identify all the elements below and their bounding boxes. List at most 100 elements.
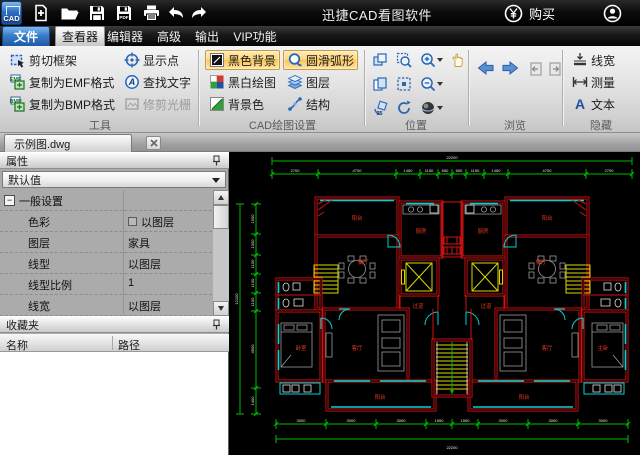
app-logo[interactable]: CAD xyxy=(1,1,22,25)
copy-bmp-button[interactable]: BMP 复制为BMP格式 xyxy=(6,94,119,114)
pin-icon[interactable] xyxy=(211,155,222,166)
svg-text:卧室: 卧室 xyxy=(296,344,307,352)
cut-frame-label: 剪切框架 xyxy=(29,53,78,68)
open-file-button[interactable] xyxy=(58,3,80,23)
hide-measure-button[interactable]: 测量 xyxy=(568,72,619,92)
hide-measure-label: 测量 xyxy=(591,75,616,90)
undo-button[interactable] xyxy=(165,3,187,23)
scroll-up-button[interactable] xyxy=(213,190,229,205)
copy-emf-button[interactable]: EMF 复制为EMF格式 xyxy=(6,72,118,92)
property-value: 以图层 xyxy=(141,217,174,229)
print-button[interactable] xyxy=(140,3,162,23)
scroll-down-button[interactable] xyxy=(213,301,229,316)
black-background-label: 黑色背景 xyxy=(228,53,277,68)
svg-text:2700: 2700 xyxy=(605,168,615,173)
rotate-view-button[interactable] xyxy=(394,98,414,118)
hide-linewidth-label: 线宽 xyxy=(591,53,616,68)
layers-label: 图层 xyxy=(306,75,331,90)
render-mode-button[interactable] xyxy=(418,98,438,118)
drawing-canvas[interactable]: .g { stroke:#00bb00; stroke-width:1; fil… xyxy=(230,152,640,455)
property-row-layer[interactable]: 图层 家具 xyxy=(0,232,212,253)
document-tab-close-button[interactable] xyxy=(146,136,161,150)
scrollbar[interactable] xyxy=(213,190,229,316)
group-label-cad-settings: CAD绘图设置 xyxy=(248,120,317,132)
account-icon[interactable] xyxy=(603,4,622,23)
next-view-button[interactable] xyxy=(500,58,520,78)
buy-button[interactable]: 购买 xyxy=(529,4,555,23)
tab-viewer[interactable]: 查看器 xyxy=(55,26,105,46)
save-pdf-button[interactable]: PDF xyxy=(113,3,135,23)
zoom-extents-button[interactable] xyxy=(394,74,414,94)
property-row-linetype-scale[interactable]: 线型比例 1 xyxy=(0,274,212,295)
next-layout-button[interactable] xyxy=(545,59,565,79)
hide-linewidth-button[interactable]: 线宽 xyxy=(568,50,619,70)
tab-file[interactable]: 文件 xyxy=(2,26,50,46)
color-swatch xyxy=(128,217,137,226)
layers-button[interactable]: 图层 xyxy=(283,72,334,92)
tab-editor[interactable]: 编辑器 xyxy=(101,26,149,46)
tab-advanced[interactable]: 高级 xyxy=(151,26,187,46)
black-background-icon xyxy=(210,53,224,67)
floor-plan: .g { stroke:#00bb00; stroke-width:1; fil… xyxy=(234,155,635,450)
pin-icon[interactable] xyxy=(211,319,222,330)
column-path[interactable]: 路径 xyxy=(118,337,140,353)
favorites-list[interactable] xyxy=(0,352,228,455)
prev-view-button[interactable] xyxy=(476,58,496,78)
svg-text:1150: 1150 xyxy=(425,168,434,173)
property-group-row[interactable]: − 一般设置 xyxy=(0,190,212,211)
new-file-button[interactable] xyxy=(30,3,52,23)
cut-frame-button[interactable]: 剪切框架 xyxy=(6,50,81,70)
structure-button[interactable]: 结构 xyxy=(283,94,334,114)
zoom-in-button[interactable] xyxy=(418,50,438,70)
save-button[interactable] xyxy=(86,3,108,23)
background-color-button[interactable]: 背景色 xyxy=(205,94,268,114)
tab-output[interactable]: 输出 xyxy=(189,26,225,46)
triangle-down-icon xyxy=(218,306,224,311)
trim-raster-button[interactable]: 修剪光栅 xyxy=(120,94,195,114)
column-divider[interactable] xyxy=(112,336,113,350)
preset-dropdown[interactable]: 默认值 xyxy=(2,171,226,188)
pan-button[interactable] xyxy=(448,50,468,70)
property-label: 线型比例 xyxy=(28,280,72,292)
ribbon: 剪切框架 EMF 复制为EMF格式 BMP 复制为BMP格式 显示点 A 查找文… xyxy=(0,46,640,133)
svg-text:3000: 3000 xyxy=(397,418,407,423)
smooth-arc-button[interactable]: 圆滑弧形 xyxy=(283,50,359,70)
column-name[interactable]: 名称 xyxy=(6,337,28,353)
property-row-color[interactable]: 色彩 以图层 xyxy=(0,211,212,232)
property-row-linetype[interactable]: 线型 以图层 xyxy=(0,253,212,274)
bw-drawing-button[interactable]: 黑白绘图 xyxy=(205,72,280,92)
show-points-button[interactable]: 显示点 xyxy=(120,50,183,70)
hide-text-button[interactable]: A 文本 xyxy=(568,94,619,114)
copy-pages-icon xyxy=(373,77,387,91)
prev-layout-button[interactable] xyxy=(526,59,546,79)
structure-label: 结构 xyxy=(306,97,331,112)
collapse-icon[interactable]: − xyxy=(4,195,15,206)
smooth-arc-icon xyxy=(288,53,302,67)
chevron-down-icon xyxy=(212,178,220,183)
trim-raster-label: 修剪光栅 xyxy=(143,97,192,112)
svg-text:4600: 4600 xyxy=(250,344,255,354)
favorites-title: 收藏夹 xyxy=(6,319,39,332)
pan-view-copy-button[interactable] xyxy=(370,50,390,70)
yen-icon[interactable] xyxy=(504,4,523,23)
zoom-out-button[interactable] xyxy=(418,74,438,94)
rotate-35-button[interactable]: 35 xyxy=(370,98,390,118)
scrollbar-thumb[interactable] xyxy=(213,205,229,229)
zoom-window-button[interactable] xyxy=(394,50,414,70)
black-background-button[interactable]: 黑色背景 xyxy=(205,50,281,70)
document-tab[interactable]: 示例图.dwg xyxy=(4,134,132,152)
copy-emf-label: 复制为EMF格式 xyxy=(29,75,115,90)
copy-view-button[interactable] xyxy=(370,74,390,94)
copy-bmp-label: 复制为BMP格式 xyxy=(29,97,116,112)
redo-button[interactable] xyxy=(188,3,210,23)
zoom-out-dropdown[interactable] xyxy=(437,82,443,86)
tab-vip[interactable]: VIP功能 xyxy=(227,26,283,46)
rotate-view-icon xyxy=(398,100,411,114)
zoom-in-dropdown[interactable] xyxy=(437,58,443,62)
find-text-button[interactable]: A 查找文字 xyxy=(120,72,195,92)
cut-frame-icon xyxy=(10,54,24,68)
property-row-lineweight[interactable]: 线宽 以图层 xyxy=(0,295,212,316)
title-bar: CAD PDF 迅捷CAD看图软件 购买 xyxy=(0,0,640,26)
render-mode-dropdown[interactable] xyxy=(437,106,443,110)
svg-text:1550: 1550 xyxy=(435,418,445,423)
